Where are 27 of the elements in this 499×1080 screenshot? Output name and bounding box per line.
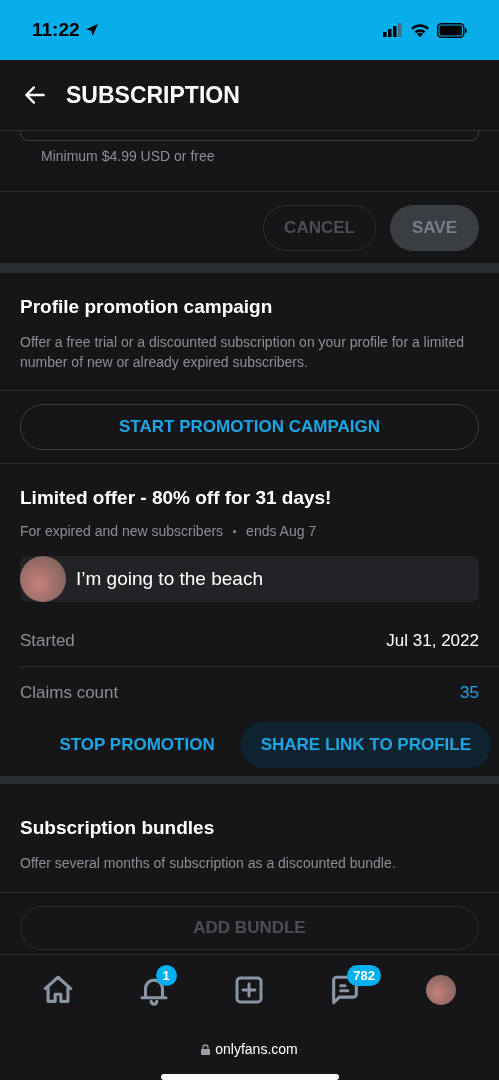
offer-audience: For expired and new subscribers — [20, 522, 224, 541]
clock: 11:22 — [32, 17, 80, 42]
share-link-button[interactable]: SHARE LINK TO PROFILE — [240, 722, 491, 768]
detail-label: Started — [20, 629, 75, 652]
section-title: Subscription bundles — [20, 816, 216, 840]
avatar[interactable] — [426, 975, 457, 1005]
url-text: onlyfans.com — [215, 1039, 298, 1059]
field-hint: Minimum $4.99 USD or free — [40, 147, 216, 166]
wifi-icon — [410, 22, 430, 38]
stop-promotion-button[interactable]: STOP PROMOTION — [39, 722, 235, 768]
count-badge: 1 — [155, 965, 177, 986]
lock-icon — [201, 1043, 211, 1055]
battery-icon — [437, 22, 467, 38]
offer-title: Limited offer - 80% off for 31 days! — [20, 485, 333, 510]
detail-value: 35 — [460, 682, 479, 705]
avatar — [20, 556, 66, 602]
offer-end-date: ends Aug 7 — [246, 522, 317, 541]
message-text: I’m going to the beach — [76, 566, 263, 591]
section-title: Profile promotion campaign — [20, 295, 274, 319]
detail-value: Jul 31, 2022 — [386, 629, 479, 652]
signal-icon — [383, 23, 403, 37]
section-description: Offer several months of subscription as a discounted bundle. — [20, 853, 397, 873]
price-field[interactable] — [20, 131, 479, 141]
detail-label: Claims count — [20, 682, 119, 705]
page-title: SUBSCRIPTION — [66, 80, 240, 110]
section-description: Offer a free trial or a discounted subscription on your profile for a limited number of new or already expired subscribers. — [20, 332, 466, 372]
count-badge: 782 — [347, 965, 381, 986]
